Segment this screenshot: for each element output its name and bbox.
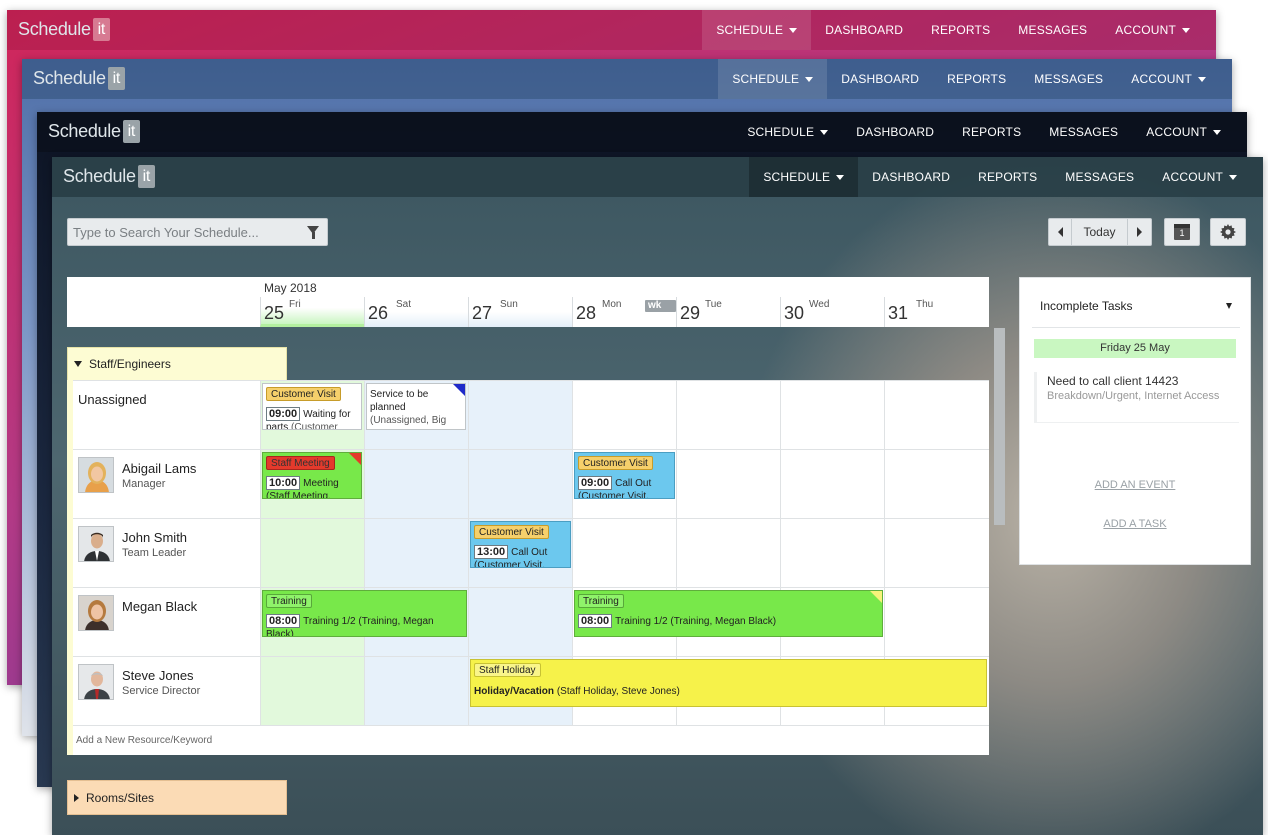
caret-down-icon xyxy=(1182,27,1190,33)
resource-steve-jones[interactable]: Steve Jones Service Director xyxy=(73,656,260,725)
logo: Schedule it xyxy=(63,165,156,188)
day-header-28[interactable]: 28 Mon wk 22 xyxy=(572,297,676,327)
top-nav: Schedule it SCHEDULE DASHBOARD REPORTS ME… xyxy=(7,10,1216,50)
nav-schedule[interactable]: SCHEDULE xyxy=(718,59,828,99)
gear-icon xyxy=(1220,224,1236,240)
nav-menu: SCHEDULE DASHBOARD REPORTS MESSAGES ACCO… xyxy=(749,157,1251,197)
task-day-header: Friday 25 May xyxy=(1034,339,1236,358)
avatar xyxy=(78,664,114,700)
nav-dashboard[interactable]: DASHBOARD xyxy=(827,59,933,99)
corner-flag xyxy=(870,591,882,603)
day-header-26[interactable]: 26 Sat xyxy=(364,297,468,327)
tasks-dropdown[interactable]: Incomplete Tasks xyxy=(1032,278,1240,328)
date-navigation: Today xyxy=(1048,218,1152,246)
event-customer-visit-call-out-john[interactable]: Customer Visit 13:00 Call Out (Customer V… xyxy=(470,521,571,568)
caret-down-icon xyxy=(789,27,798,33)
search-input[interactable] xyxy=(68,219,298,245)
day-header-27[interactable]: 27 Sun xyxy=(468,297,572,327)
avatar xyxy=(78,595,114,631)
caret-down-icon xyxy=(836,174,845,180)
settings-button[interactable] xyxy=(1210,218,1246,246)
event-staff-meeting[interactable]: Staff Meeting 10:00 Meeting (Staff Meetin… xyxy=(262,452,362,499)
nav-messages[interactable]: MESSAGES xyxy=(1051,157,1148,197)
day-header-25[interactable]: 25 Fri xyxy=(260,297,364,327)
today-button[interactable]: Today xyxy=(1072,218,1128,246)
day-header-30[interactable]: 30 Wed xyxy=(780,297,884,327)
logo: Schedule it xyxy=(48,120,141,143)
resource-john-smith[interactable]: John Smith Team Leader xyxy=(73,518,260,587)
nav-account[interactable]: ACCOUNT xyxy=(1117,59,1220,99)
next-button[interactable] xyxy=(1128,218,1152,246)
calendar-icon: 1 xyxy=(1174,224,1190,240)
add-task-link[interactable]: ADD A TASK xyxy=(1020,518,1250,530)
task-item[interactable]: Need to call client 14423 Breakdown/Urge… xyxy=(1034,372,1239,423)
nav-reports[interactable]: REPORTS xyxy=(917,10,1004,50)
caret-down-icon xyxy=(74,361,82,367)
tasks-panel: Incomplete Tasks Friday 25 May Need to c… xyxy=(1019,277,1251,565)
week-badge: wk 22 xyxy=(645,300,676,323)
nav-schedule[interactable]: SCHEDULE xyxy=(733,112,842,152)
event-customer-visit-call-out-abigail[interactable]: Customer Visit 09:00 Call Out (Customer V… xyxy=(574,452,675,499)
prev-button[interactable] xyxy=(1048,218,1072,246)
nav-account[interactable]: ACCOUNT xyxy=(1132,112,1235,152)
nav-messages[interactable]: MESSAGES xyxy=(1035,112,1132,152)
top-nav: Schedule it SCHEDULE DASHBOARD REPORTS ME… xyxy=(22,59,1232,99)
nav-reports[interactable]: REPORTS xyxy=(964,157,1051,197)
nav-menu: SCHEDULE DASHBOARD REPORTS MESSAGES ACCO… xyxy=(718,59,1220,99)
caret-down-icon xyxy=(805,76,814,82)
nav-messages[interactable]: MESSAGES xyxy=(1004,10,1101,50)
caret-down-icon xyxy=(1226,303,1232,309)
nav-menu: SCHEDULE DASHBOARD REPORTS MESSAGES ACCO… xyxy=(733,112,1235,152)
nav-menu: SCHEDULE DASHBOARD REPORTS MESSAGES ACCO… xyxy=(702,10,1204,50)
nav-messages[interactable]: MESSAGES xyxy=(1020,59,1117,99)
avatar xyxy=(78,457,114,493)
logo: Schedule it xyxy=(33,67,126,90)
filter-icon[interactable] xyxy=(307,226,319,239)
nav-dashboard[interactable]: DASHBOARD xyxy=(842,112,948,152)
group-staff-engineers[interactable]: Staff/Engineers xyxy=(67,347,287,380)
nav-dashboard[interactable]: DASHBOARD xyxy=(858,157,964,197)
event-training-megan-1[interactable]: Training 08:00 Training 1/2 (Training, Me… xyxy=(262,590,467,637)
nav-reports[interactable]: REPORTS xyxy=(933,59,1020,99)
group-rooms-sites[interactable]: Rooms/Sites xyxy=(67,780,287,815)
day-header-31[interactable]: 31 Thu xyxy=(884,297,988,327)
month-label: May 2018 xyxy=(264,281,317,295)
event-staff-holiday[interactable]: Staff Holiday Holiday/Vacation (Staff Ho… xyxy=(470,659,987,707)
nav-schedule[interactable]: SCHEDULE xyxy=(702,10,812,50)
chevron-right-icon xyxy=(1137,227,1142,237)
logo: Schedule it xyxy=(18,18,111,41)
calendar-button[interactable]: 1 xyxy=(1164,218,1200,246)
nav-schedule[interactable]: SCHEDULE xyxy=(749,157,859,197)
corner-flag xyxy=(349,453,361,465)
top-nav: Schedule it SCHEDULE DASHBOARD REPORTS ME… xyxy=(37,112,1247,152)
nav-reports[interactable]: REPORTS xyxy=(948,112,1035,152)
avatar xyxy=(78,526,114,562)
nav-account[interactable]: ACCOUNT xyxy=(1148,157,1251,197)
resource-unassigned[interactable]: Unassigned xyxy=(73,380,260,449)
nav-account[interactable]: ACCOUNT xyxy=(1101,10,1204,50)
add-resource-link[interactable]: Add a New Resource/Keyword xyxy=(76,735,212,746)
top-nav: Schedule it SCHEDULE DASHBOARD REPORTS ME… xyxy=(52,157,1263,197)
resource-abigail-lams[interactable]: Abigail Lams Manager xyxy=(73,449,260,518)
corner-flag xyxy=(453,384,465,396)
event-training-megan-2[interactable]: Training 08:00 Training 1/2 (Training, Me… xyxy=(574,590,883,637)
day-header-29[interactable]: 29 Tue xyxy=(676,297,780,327)
resource-megan-black[interactable]: Megan Black xyxy=(73,587,260,656)
caret-down-icon xyxy=(1198,76,1206,82)
event-service-to-be-planned[interactable]: Service to be planned (Unassigned, Big xyxy=(366,383,466,430)
search-box xyxy=(67,218,328,246)
chevron-left-icon xyxy=(1057,227,1063,237)
schedule-grid: Unassigned Abigail Lams Manager John Smi… xyxy=(67,380,989,755)
add-event-link[interactable]: ADD AN EVENT xyxy=(1020,479,1250,491)
event-customer-visit-waiting[interactable]: Customer Visit 09:00 Waiting for parts (C… xyxy=(262,383,362,430)
caret-down-icon xyxy=(1213,129,1221,135)
calendar-header: May 2018 25 Fri 26 Sat 27 Sun 28 Mon wk 22 29… xyxy=(67,277,989,327)
caret-right-icon xyxy=(74,793,79,802)
scrollbar[interactable] xyxy=(994,328,1005,525)
nav-dashboard[interactable]: DASHBOARD xyxy=(811,10,917,50)
caret-down-icon xyxy=(820,129,829,135)
main-window: Schedule it SCHEDULE DASHBOARD REPORTS ME… xyxy=(52,157,1263,835)
caret-down-icon xyxy=(1229,174,1237,180)
